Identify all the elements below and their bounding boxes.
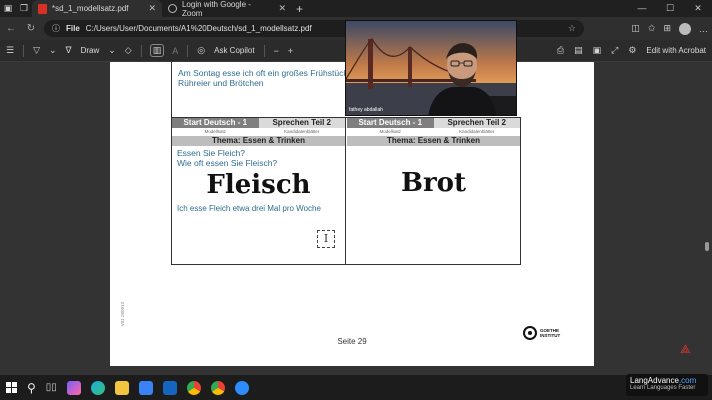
read-aloud-icon[interactable]: A (172, 46, 178, 56)
card-header-part: Sprechen Teil 2 (258, 118, 345, 128)
chevron-down-icon[interactable]: ⌄ (108, 45, 116, 56)
copilot-icon[interactable]: ◎ (197, 45, 205, 56)
info-icon: ⓘ (52, 24, 60, 33)
reload-icon[interactable]: ↻ (24, 23, 38, 34)
minimize-icon[interactable]: — (628, 3, 656, 14)
more-icon[interactable]: … (699, 24, 708, 34)
draw-icon[interactable]: ∇ (66, 45, 72, 56)
fullscreen-icon[interactable]: ⤢ (611, 45, 618, 56)
workspaces-icon[interactable]: ▣ (0, 0, 16, 17)
chrome-profile-icon[interactable] (210, 380, 225, 395)
text-box-icon[interactable]: ▥ (149, 44, 165, 57)
brand-suffix: .com (678, 376, 697, 385)
new-tab-button[interactable]: + (296, 2, 303, 16)
pdf-icon (38, 3, 47, 14)
scrollbar[interactable] (702, 62, 712, 375)
brand-tagline: Learn Languages Faster (630, 385, 696, 391)
star-icon[interactable]: ☆ (568, 23, 576, 34)
card-sheet: Start Deutsch - 1 Sprechen Teil 2 Modell… (171, 117, 521, 265)
file-badge: File (66, 24, 80, 33)
card-border (171, 62, 172, 117)
participant-name: fathey abdallah (349, 107, 383, 113)
tab-title: *sd_1_modellsatz.pdf (52, 4, 129, 13)
side-code: V01 280913 (120, 302, 125, 327)
task-view-icon[interactable]: ▯▯ (46, 382, 57, 393)
page-number: Seite 29 (337, 337, 367, 346)
card-questions: Essen Sie Fleich? Wie oft essen Sie Flei… (172, 146, 345, 168)
video-feed (346, 21, 516, 115)
card-answer: Ich esse Fleich etwa drei Mal pro Woche (177, 204, 321, 213)
goethe-line: INSTITUT (540, 333, 561, 338)
ask-copilot-button[interactable]: Ask Copilot (214, 46, 254, 55)
settings-icon[interactable]: ⚙ (628, 45, 636, 56)
goethe-logo: GOETHE INSTITUT (523, 326, 560, 340)
card-sub-label: Modellsatz (204, 129, 226, 134)
zoom-video-window[interactable]: fathey abdallah (345, 20, 517, 116)
tab-actions-icon[interactable]: ❐ (16, 0, 32, 17)
eraser-icon[interactable]: ◇ (125, 45, 132, 56)
split-screen-icon[interactable]: ◫ (631, 23, 640, 34)
card-word: Brot (400, 168, 467, 198)
brand-name: LangAdvance (630, 376, 679, 385)
question-line: Wie oft essen Sie Fleisch? (177, 157, 278, 168)
contents-icon[interactable]: ☰ (6, 45, 14, 56)
card-sub-label: Modellsatz (379, 129, 401, 134)
card-sub-label: Kandidatenblätter (459, 129, 495, 134)
acrobat-icon[interactable]: ⟁ (680, 342, 694, 356)
text-cursor-icon[interactable]: I (317, 230, 335, 248)
favorites-icon[interactable]: ✩ (648, 23, 656, 34)
card-sub-label: Kandidatenblätter (284, 129, 320, 134)
chevron-down-icon[interactable]: ⌄ (49, 45, 57, 56)
divider (263, 44, 265, 57)
back-icon[interactable]: ← (4, 23, 18, 34)
close-icon[interactable]: ✕ (148, 3, 156, 14)
tab-title: Login with Google - Zoom (181, 0, 251, 18)
store-app-icon[interactable] (138, 380, 153, 395)
divider (140, 44, 142, 57)
highlight-icon[interactable]: ▽ (33, 45, 40, 56)
close-icon[interactable]: ✕ (278, 3, 286, 14)
zoom-out-icon[interactable]: − (274, 46, 279, 56)
globe-icon (168, 4, 177, 13)
edge-app-icon[interactable] (90, 380, 105, 395)
card-theme: Thema: Essen & Trinken (172, 136, 345, 146)
divider (23, 44, 25, 57)
avatar[interactable] (679, 22, 691, 35)
maximize-icon[interactable]: ☐ (656, 3, 684, 14)
zoom-app-icon[interactable] (234, 380, 249, 395)
copilot-app-icon[interactable] (66, 380, 81, 395)
edit-with-acrobat-button[interactable]: Edit with Acrobat (646, 46, 706, 55)
outlook-app-icon[interactable] (162, 380, 177, 395)
file-explorer-icon[interactable] (114, 380, 129, 395)
save-icon[interactable]: ▣ (593, 45, 602, 56)
card-header-part: Sprechen Teil 2 (433, 118, 520, 128)
window-controls: — ☐ ✕ (628, 3, 712, 14)
divider (187, 44, 189, 57)
tab-pdf[interactable]: *sd_1_modellsatz.pdf ✕ (32, 0, 162, 17)
goethe-icon (523, 326, 537, 340)
url-text: C:/Users/User/Documents/A1%20Deutsch/sd_… (85, 24, 312, 33)
collections-icon[interactable]: ⊞ (663, 23, 671, 34)
card-word: Fleisch (206, 170, 311, 200)
card-brot: Start Deutsch - 1 Sprechen Teil 2 Modell… (347, 118, 520, 264)
close-window-icon[interactable]: ✕ (684, 3, 712, 14)
search-icon[interactable]: ⚲ (27, 381, 36, 395)
card-header-exam: Start Deutsch - 1 (347, 118, 434, 128)
zoom-in-icon[interactable]: + (288, 46, 293, 56)
tab-zoom[interactable]: Login with Google - Zoom ✕ (162, 0, 292, 18)
draw-button[interactable]: Draw (81, 46, 100, 55)
card-header-exam: Start Deutsch - 1 (172, 118, 259, 128)
save-as-icon[interactable]: ▤ (574, 45, 583, 56)
card-fleisch: Start Deutsch - 1 Sprechen Teil 2 Modell… (172, 118, 346, 264)
print-icon[interactable]: ⎙ (557, 45, 564, 56)
taskbar: ⚲ ▯▯ ⌃ ▭ ⌇ (0, 375, 712, 400)
card-theme: Thema: Essen & Trinken (347, 136, 520, 146)
windows-start-icon[interactable] (6, 382, 17, 393)
chrome-app-icon[interactable] (186, 380, 201, 395)
browser-tab-strip: ▣ ❐ *sd_1_modellsatz.pdf ✕ Login with Go… (0, 0, 712, 18)
scrollbar-thumb[interactable] (705, 242, 709, 251)
langadvance-watermark: LangAdvance.com Learn Languages Faster (626, 374, 708, 396)
